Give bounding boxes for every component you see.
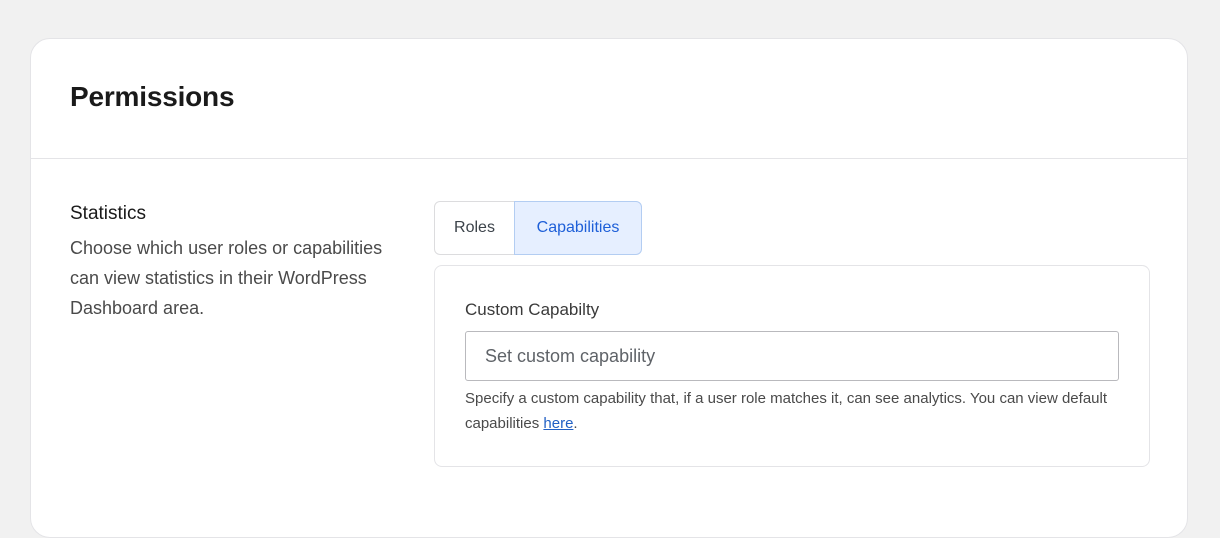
capabilities-panel: Custom Capabilty Specify a custom capabi… <box>434 265 1150 467</box>
custom-capability-label: Custom Capabilty <box>465 300 600 319</box>
section-description: Choose which user roles or capabilities … <box>70 238 383 318</box>
custom-capability-input[interactable] <box>465 331 1119 381</box>
custom-capability-help: Specify a custom capability that, if a u… <box>465 386 1125 436</box>
section-title: Statistics <box>70 203 147 224</box>
statistics-section-info: Statistics Choose which user roles or ca… <box>70 203 400 323</box>
tab-roles[interactable]: Roles <box>434 201 515 255</box>
permission-tabs: Roles Capabilities <box>434 201 642 255</box>
card-header: Permissions <box>31 39 1187 159</box>
permissions-card: Permissions Statistics Choose which user… <box>30 38 1188 538</box>
page-title: Permissions <box>70 81 235 112</box>
help-text-end: . <box>573 415 578 432</box>
tab-capabilities[interactable]: Capabilities <box>514 201 642 255</box>
default-capabilities-link[interactable]: here <box>543 415 573 432</box>
